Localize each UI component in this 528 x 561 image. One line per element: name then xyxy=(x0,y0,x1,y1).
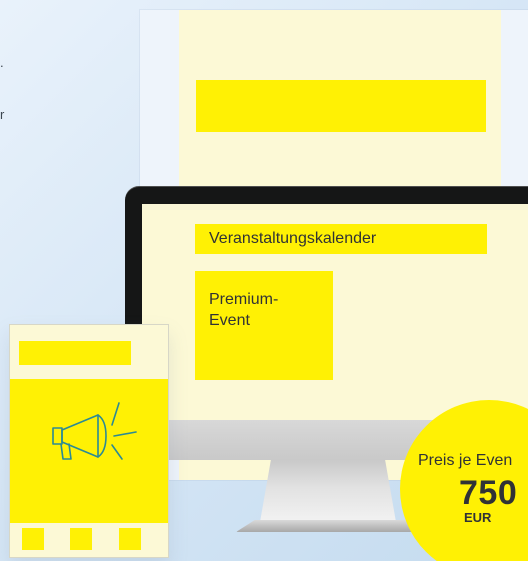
left-side-text-line-1: . xyxy=(0,55,4,70)
premium-event-card[interactable]: Premium- Event xyxy=(195,271,333,380)
premium-event-line-2: Event xyxy=(209,312,250,329)
website-banner-block xyxy=(196,80,486,132)
monitor-stand-base xyxy=(236,520,424,532)
event-calendar-label[interactable]: Veranstaltungskalender xyxy=(195,224,487,254)
megaphone-icon xyxy=(52,402,137,460)
premium-event-line-1: Premium- xyxy=(209,291,279,308)
mobile-action-tile-3[interactable] xyxy=(119,528,141,550)
price-currency: EUR xyxy=(464,510,492,525)
mobile-preview-card xyxy=(9,324,169,558)
left-side-text-line-2: r xyxy=(0,107,5,122)
monitor-stand-neck xyxy=(260,460,396,522)
screen-top-strip xyxy=(142,204,528,210)
mobile-action-tile-2[interactable] xyxy=(70,528,92,550)
price-caption: Preis je Even xyxy=(418,452,513,469)
scene: . r Veranstaltungskalender Premium- Even… xyxy=(0,0,528,561)
mobile-topbar-block xyxy=(19,341,131,365)
mobile-action-tile-1[interactable] xyxy=(22,528,44,550)
price-amount: 750 xyxy=(459,474,518,512)
